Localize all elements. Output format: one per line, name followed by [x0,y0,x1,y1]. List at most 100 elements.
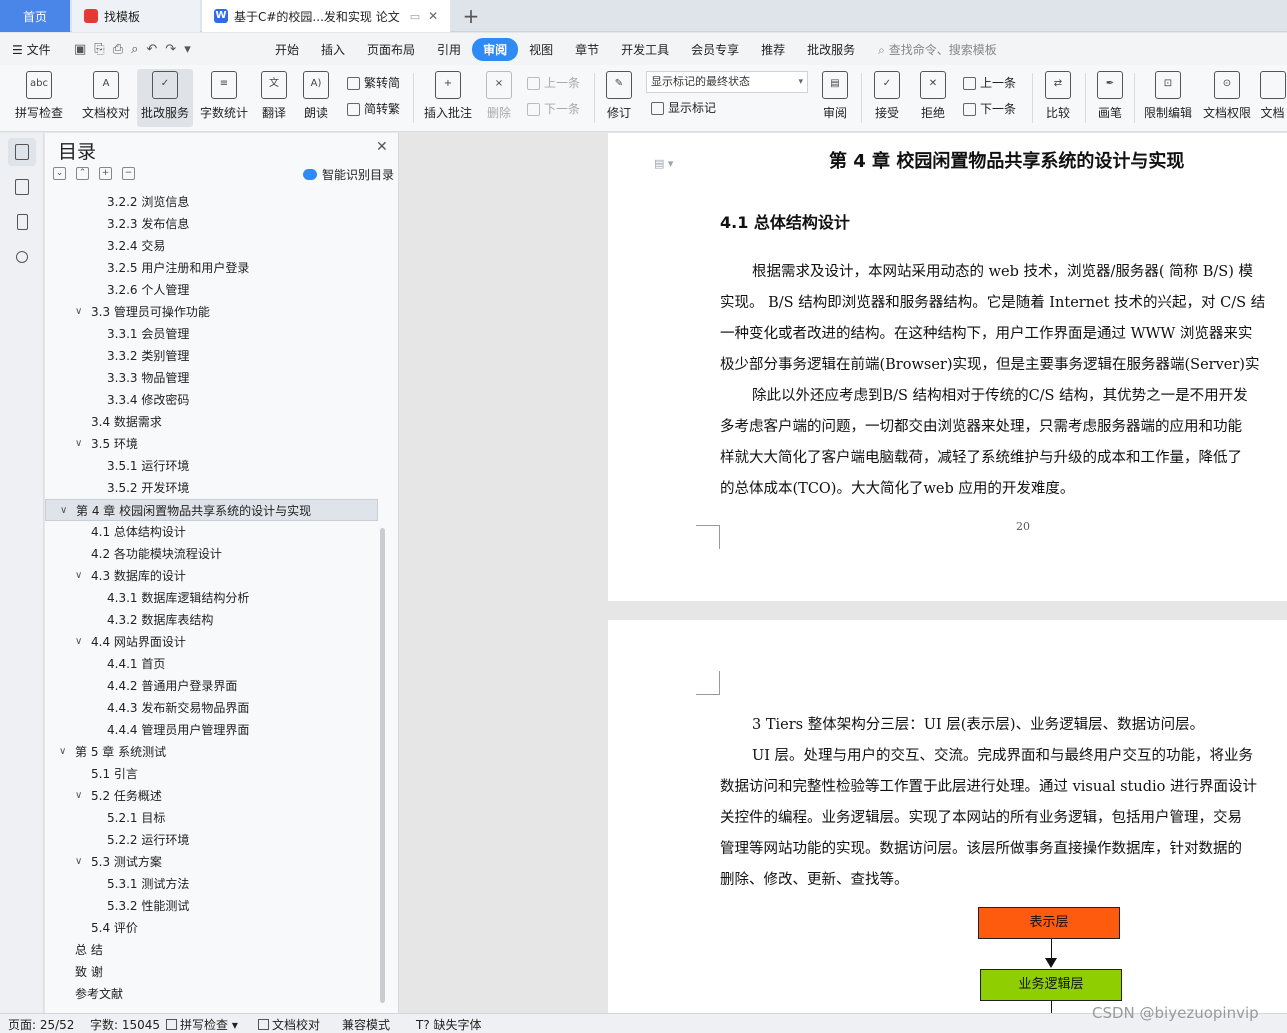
restrict-edit-button[interactable]: ⊡ 限制编辑 [1141,69,1195,127]
menu-tab[interactable]: 开始 [264,38,310,61]
show-markup-button[interactable]: 显示标记 [651,98,716,118]
toc-item[interactable]: 3.3.3 物品管理 [45,367,378,389]
find-button[interactable] [8,243,36,271]
toc-item[interactable]: 4.3.2 数据库表结构 [45,609,378,631]
toc-item[interactable]: 3.3.1 会员管理 [45,323,378,345]
preview-icon[interactable]: ⌕ [131,42,138,57]
toc-item[interactable]: ∨ 第 5 章 系统测试 [45,741,378,763]
menu-tab[interactable]: 视图 [518,38,564,61]
next-change-button[interactable]: 下一条 [963,99,1016,119]
menu-tab[interactable]: 批改服务 [796,38,866,61]
toc-item[interactable]: 4.2 各功能模块流程设计 [45,543,378,565]
doc-permission-button[interactable]: ⊙ 文档权限 [1200,69,1254,127]
add-heading-icon[interactable]: + [99,167,112,180]
next-comment-button[interactable]: 下一条 [527,99,580,119]
toc-item[interactable]: 3.2.6 个人管理 [45,279,378,301]
file-menu[interactable]: ☰ 文件 [12,41,66,58]
print-icon[interactable]: ⎙ [113,42,123,57]
accept-button[interactable]: ✓ 接受 [869,69,905,127]
reject-button[interactable]: ✕ 拒绝 [915,69,951,127]
expand-all-icon[interactable]: ⌃ [76,167,89,180]
chevron-down-icon[interactable]: ▾ [184,42,191,57]
toc-item[interactable]: 参考文献 [45,983,378,1005]
menu-tab[interactable]: 引用 [426,38,472,61]
toc-item[interactable]: ∨ 5.3 测试方案 [45,851,378,873]
correct-service-button[interactable]: ✓ 批改服务 [137,69,193,127]
command-search[interactable]: ⌕ 查找命令、搜索模板 [878,41,997,58]
chevron-down-icon[interactable]: ∨ [75,565,82,587]
chevron-down-icon[interactable]: ∨ [75,851,82,873]
toc-item[interactable]: 致 谢 [45,961,378,983]
toc-item[interactable]: 4.4.3 发布新交易物品界面 [45,697,378,719]
word-count-indicator[interactable]: 字数: 15045 [90,1016,160,1033]
toc-item[interactable]: 4.4.2 普通用户登录界面 [45,675,378,697]
remove-heading-icon[interactable]: − [122,167,135,180]
doc-more-button[interactable]: 文档 [1258,69,1287,127]
toc-item[interactable]: 5.3.1 测试方法 [45,873,378,895]
tab-screen-icon[interactable]: ▭ [410,10,420,23]
track-changes-button[interactable]: ✎ 修订 [601,69,637,127]
chevron-down-icon[interactable]: ∨ [75,301,82,323]
toc-item[interactable]: 3.2.5 用户注册和用户登录 [45,257,378,279]
chevron-down-icon[interactable]: ∨ [75,433,82,455]
tab-home[interactable]: 首页 [0,0,70,32]
menu-tab[interactable]: 推荐 [750,38,796,61]
chevron-down-icon[interactable]: ∨ [75,631,82,653]
toc-item[interactable]: ∨ 4.4 网站界面设计 [45,631,378,653]
prev-comment-button[interactable]: 上一条 [527,73,580,93]
close-icon[interactable]: ✕ [428,9,438,23]
trad-to-simp-button[interactable]: 繁转简 [347,73,400,93]
menu-tab[interactable]: 插入 [310,38,356,61]
toc-item[interactable]: 5.2.2 运行环境 [45,829,378,851]
simp-to-trad-button[interactable]: 简转繁 [347,99,400,119]
menu-tab[interactable]: 开发工具 [610,38,680,61]
toc-scrollbar[interactable] [380,528,385,1003]
menu-tab[interactable]: 章节 [564,38,610,61]
export-icon[interactable]: ⎘ [94,42,104,57]
collapse-all-icon[interactable]: ⌄ [53,167,66,180]
toc-item[interactable]: ∨ 4.3 数据库的设计 [45,565,378,587]
toc-item[interactable]: 3.2.3 发布信息 [45,213,378,235]
toc-item[interactable]: 3.3.4 修改密码 [45,389,378,411]
menu-tab[interactable]: 审阅 [472,37,519,61]
toc-item[interactable]: 3.5.1 运行环境 [45,455,378,477]
tab-document[interactable]: W 基于C#的校园...发和实现 论文 ▭ ✕ [202,0,450,32]
review-pane-button[interactable]: ▤ 审阅 [817,69,853,127]
toc-item[interactable]: 3.2.4 交易 [45,235,378,257]
toc-item[interactable]: 3.4 数据需求 [45,411,378,433]
missing-font-button[interactable]: T? 缺失字体 [416,1016,482,1033]
doc-proof-button[interactable]: A 文档校对 [78,69,134,127]
page-menu-icon[interactable]: ▤ ▾ [654,157,673,170]
close-icon[interactable]: ✕ [376,139,388,155]
read-aloud-button[interactable]: A) 朗读 [299,69,333,127]
toc-item[interactable]: 4.4.1 首页 [45,653,378,675]
toc-item[interactable]: 4.1 总体结构设计 [45,521,378,543]
toc-item[interactable]: 5.4 评价 [45,917,378,939]
new-tab-button[interactable]: + [456,0,486,32]
chevron-down-icon[interactable]: ∨ [75,785,82,807]
toc-item[interactable]: ∨ 3.3 管理员可操作功能 [45,301,378,323]
smart-toc-button[interactable]: 智能识别目录 [303,166,394,183]
toc-item[interactable]: ∨ 3.5 环境 [45,433,378,455]
redo-icon[interactable]: ↷ [165,42,176,57]
status-proof[interactable]: 文档校对 [258,1016,320,1033]
word-count-button[interactable]: ≡ 字数统计 [197,69,251,127]
markup-state-select[interactable]: 显示标记的最终状态 ▾ [646,71,808,93]
toc-item[interactable]: 3.5.2 开发环境 [45,477,378,499]
toc-item[interactable]: ∨ 5.2 任务概述 [45,785,378,807]
undo-icon[interactable]: ↶ [146,42,157,57]
insert-comment-button[interactable]: + 插入批注 [421,69,475,127]
prev-change-button[interactable]: 上一条 [963,73,1016,93]
toc-panel-button[interactable] [8,138,36,166]
page-indicator[interactable]: 页面: 25/52 [8,1016,74,1033]
nav-tree-button[interactable] [8,173,36,201]
delete-comment-button[interactable]: × 删除 [481,69,517,127]
menu-tab[interactable]: 会员专享 [680,38,750,61]
chevron-down-icon[interactable]: ∨ [59,741,66,763]
toc-item[interactable]: 3.3.2 类别管理 [45,345,378,367]
spellcheck-button[interactable]: abc 拼写检查 [10,69,68,127]
translate-button[interactable]: 文翻译 [256,69,292,127]
toc-item[interactable]: 5.1 引言 [45,763,378,785]
save-icon[interactable]: ▣ [74,42,86,57]
toc-item[interactable]: ∨ 第 4 章 校园闲置物品共享系统的设计与实现 [45,499,378,521]
